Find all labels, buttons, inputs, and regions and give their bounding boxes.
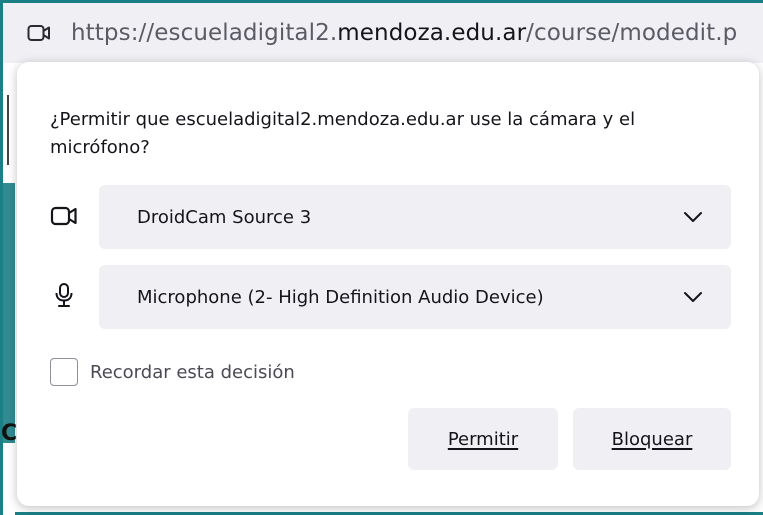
page-edge-glyph: C: [1, 421, 18, 446]
camera-icon: [50, 206, 77, 226]
microphone-icon: [55, 283, 73, 307]
address-bar[interactable]: https://escueladigital2.mendoza.edu.ar/c…: [3, 3, 763, 63]
block-button[interactable]: Bloquear: [573, 408, 731, 470]
page-background-edge: C: [1, 63, 18, 515]
url-text: https://escueladigital2.mendoza.edu.ar/c…: [71, 20, 738, 46]
camera-icon[interactable]: [27, 23, 51, 43]
permission-question: ¿Permitir que escueladigital2.mendoza.ed…: [50, 109, 636, 158]
allow-button[interactable]: Permitir: [408, 408, 558, 470]
chevron-down-icon: [684, 212, 702, 222]
remember-decision-row[interactable]: Recordar esta decisión: [50, 358, 295, 386]
camera-select-value: DroidCam Source 3: [137, 206, 312, 228]
camera-select[interactable]: DroidCam Source 3: [99, 185, 731, 249]
remember-decision-checkbox[interactable]: [50, 358, 78, 386]
microphone-select-value: Microphone (2- High Definition Audio Dev…: [137, 286, 544, 308]
remember-decision-label[interactable]: Recordar esta decisión: [90, 362, 295, 383]
page-teal-strip: [3, 183, 15, 443]
permission-prompt: ¿Permitir que escueladigital2.mendoza.ed…: [17, 62, 759, 506]
page-divider: [7, 95, 9, 165]
microphone-select[interactable]: Microphone (2- High Definition Audio Dev…: [99, 265, 731, 329]
chevron-down-icon: [684, 292, 702, 302]
